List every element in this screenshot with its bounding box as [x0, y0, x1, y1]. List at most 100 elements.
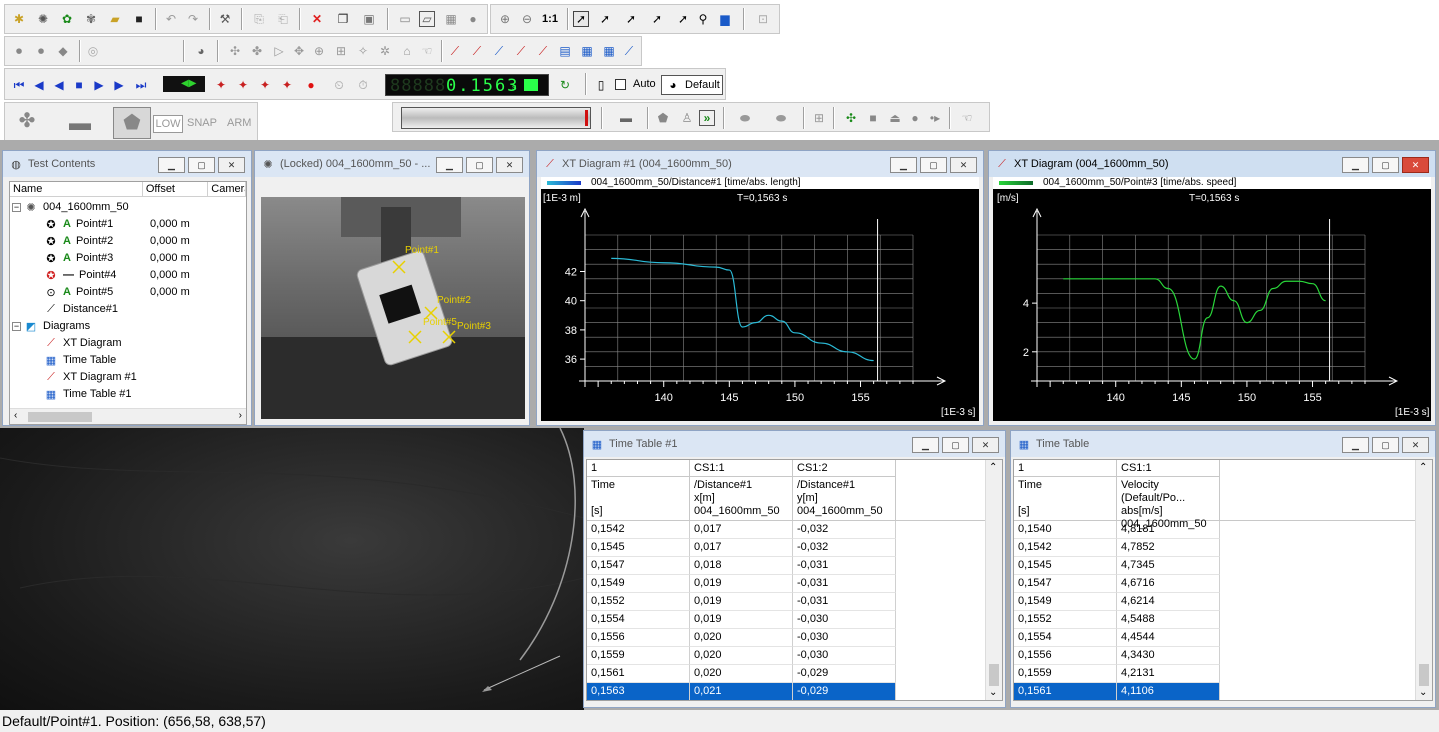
- close-button[interactable]: ✕: [950, 157, 977, 173]
- mode-arm-button[interactable]: ARM: [227, 117, 251, 129]
- on-icon[interactable]: ⏺: [11, 43, 27, 59]
- open-icon[interactable]: ▰: [107, 11, 123, 27]
- chart-icon[interactable]: ▆: [717, 11, 733, 27]
- vertical-scrollbar[interactable]: ⌃ ⌄: [985, 460, 1002, 700]
- track-2-icon[interactable]: ✤: [249, 43, 265, 59]
- table-cell[interactable]: 0,021: [690, 683, 793, 700]
- table-cell[interactable]: 0,1559: [1014, 665, 1117, 683]
- new-icon[interactable]: ✱: [11, 11, 27, 27]
- diagram-2-icon[interactable]: ⟋: [469, 43, 485, 59]
- tree-point[interactable]: ✪ A Point#3: [44, 250, 113, 266]
- record-icon[interactable]: ●: [303, 77, 319, 93]
- zoom-out-icon[interactable]: ⊖: [519, 11, 535, 27]
- zoom-in-icon[interactable]: ⊕: [497, 11, 513, 27]
- save-icon[interactable]: ■: [131, 11, 147, 27]
- tools-icon[interactable]: ⚒: [217, 11, 233, 27]
- table-cell[interactable]: 4,8181: [1117, 521, 1220, 539]
- process-10-icon[interactable]: •▸: [927, 110, 943, 126]
- copy-icon[interactable]: ❐: [335, 11, 351, 27]
- process-5-icon[interactable]: ⊞: [811, 110, 827, 126]
- close-button[interactable]: ✕: [496, 157, 523, 173]
- tree-point[interactable]: ✪ — Point#4: [44, 267, 116, 283]
- vertical-scrollbar[interactable]: ⌃ ⌄: [1415, 460, 1432, 700]
- zoom-1-1-button[interactable]: 1:1: [539, 11, 561, 27]
- tree-point[interactable]: ✪ A Point#1: [44, 216, 113, 232]
- minimize-button[interactable]: ▁: [912, 437, 939, 453]
- table-cell[interactable]: 0,1545: [1014, 557, 1117, 575]
- tree-root[interactable]: − ✺ 004_1600mm_50: [12, 199, 129, 215]
- delete-icon[interactable]: ✕: [309, 11, 325, 27]
- table-cell[interactable]: 0,020: [690, 665, 793, 683]
- table-cell[interactable]: 4,1106: [1117, 683, 1220, 700]
- tree-point[interactable]: ✪ A Point#2: [44, 233, 113, 249]
- tree-distance[interactable]: ⟋ Distance#1: [44, 301, 118, 317]
- table-cell[interactable]: 4,7345: [1117, 557, 1220, 575]
- table-cell[interactable]: 4,6716: [1117, 575, 1220, 593]
- table-cell[interactable]: 0,020: [690, 647, 793, 665]
- diagram-5-icon[interactable]: ⟋: [535, 43, 551, 59]
- table-cell[interactable]: 0,1542: [587, 521, 690, 539]
- time-table-1[interactable]: 1 Time [s] CS1:1/Distance#1 x[m] 004_1600m…: [586, 459, 1003, 701]
- table-column-header[interactable]: CS1:1: [1117, 460, 1220, 477]
- process-8-icon[interactable]: ⏏: [887, 110, 903, 126]
- process-7-icon[interactable]: ■: [865, 110, 881, 126]
- maximize-button[interactable]: ▢: [188, 157, 215, 173]
- table-cell[interactable]: 0,020: [690, 629, 793, 647]
- table-cell[interactable]: 0,1556: [1014, 647, 1117, 665]
- track-3-icon[interactable]: ▷: [271, 43, 287, 59]
- table-cell[interactable]: 0,019: [690, 593, 793, 611]
- table-cell[interactable]: 4,7852: [1117, 539, 1220, 557]
- table-cell[interactable]: 0,1540: [1014, 521, 1117, 539]
- frame-icon[interactable]: ▭: [397, 11, 413, 27]
- pointer-edit-icon[interactable]: ➚: [649, 11, 665, 27]
- table-cell[interactable]: 0,1547: [1014, 575, 1117, 593]
- column-offset[interactable]: Offset: [143, 182, 209, 196]
- step-forward-icon[interactable]: ▶: [91, 77, 107, 93]
- table-column-header[interactable]: 1: [587, 460, 690, 477]
- maximize-button[interactable]: ▢: [1372, 437, 1399, 453]
- hand-icon[interactable]: ☜: [419, 43, 435, 59]
- trace-icon[interactable]: ▬: [611, 110, 641, 126]
- table-cell[interactable]: 0,1556: [587, 629, 690, 647]
- step-back-icon[interactable]: ◀: [51, 77, 67, 93]
- pointer-icon[interactable]: ➚: [573, 11, 589, 27]
- table-cell[interactable]: 0,1545: [587, 539, 690, 557]
- sync-icon[interactable]: ↻: [557, 77, 573, 93]
- xt1-plot[interactable]: 004_1600mm_50/Distance#1 [time/abs. leng…: [541, 177, 979, 421]
- frame-fill-icon[interactable]: ▦: [443, 11, 459, 27]
- track-5-icon[interactable]: ⊞: [333, 43, 349, 59]
- process-9-icon[interactable]: ●: [907, 110, 923, 126]
- table-cell[interactable]: 0,017: [690, 539, 793, 557]
- process-1-icon[interactable]: ⬟: [655, 110, 671, 126]
- scrub-indicator[interactable]: ◀▶: [163, 76, 205, 92]
- record-mark-icon[interactable]: ◆: [55, 43, 71, 59]
- process-3-icon[interactable]: ⬬: [731, 110, 759, 126]
- pie-icon[interactable]: ◕: [193, 43, 209, 59]
- track-8-icon[interactable]: ⌂: [399, 43, 415, 59]
- table-cell[interactable]: 0,1561: [1014, 683, 1117, 700]
- prev-icon[interactable]: ◀: [31, 77, 47, 93]
- test-tree[interactable]: Name Offset Camera −✺004_1600mm_50 ✪APoi…: [9, 181, 247, 425]
- auto-checkbox[interactable]: [615, 79, 626, 90]
- table-cell[interactable]: -0,029: [793, 683, 896, 700]
- table-column-header[interactable]: CS1:2: [793, 460, 896, 477]
- table-cell[interactable]: -0,029: [793, 665, 896, 683]
- diagram-1-icon[interactable]: ⟋: [447, 43, 463, 59]
- magnifier-icon[interactable]: ⚲: [695, 11, 711, 27]
- table-cell[interactable]: 0,1561: [587, 665, 690, 683]
- table-cell[interactable]: 0,1549: [587, 575, 690, 593]
- close-button[interactable]: ✕: [218, 157, 245, 173]
- table-cell[interactable]: 0,018: [690, 557, 793, 575]
- table-cell[interactable]: 4,6214: [1117, 593, 1220, 611]
- table-column-header[interactable]: CS1:1: [690, 460, 793, 477]
- green-gear-icon[interactable]: ✿: [59, 11, 75, 27]
- window-icon[interactable]: ⊡: [755, 11, 771, 27]
- close-button[interactable]: ✕: [1402, 437, 1429, 453]
- pointer-add-icon[interactable]: ➚: [597, 11, 613, 27]
- redo-icon[interactable]: ↷: [185, 11, 201, 27]
- paste-view-icon[interactable]: ⎗: [275, 11, 291, 27]
- table-cell[interactable]: -0,032: [793, 521, 896, 539]
- track-1-icon[interactable]: ✣: [227, 43, 243, 59]
- first-frame-icon[interactable]: ⏮: [11, 77, 27, 93]
- camera-shield-icon[interactable]: ⬟: [113, 107, 151, 139]
